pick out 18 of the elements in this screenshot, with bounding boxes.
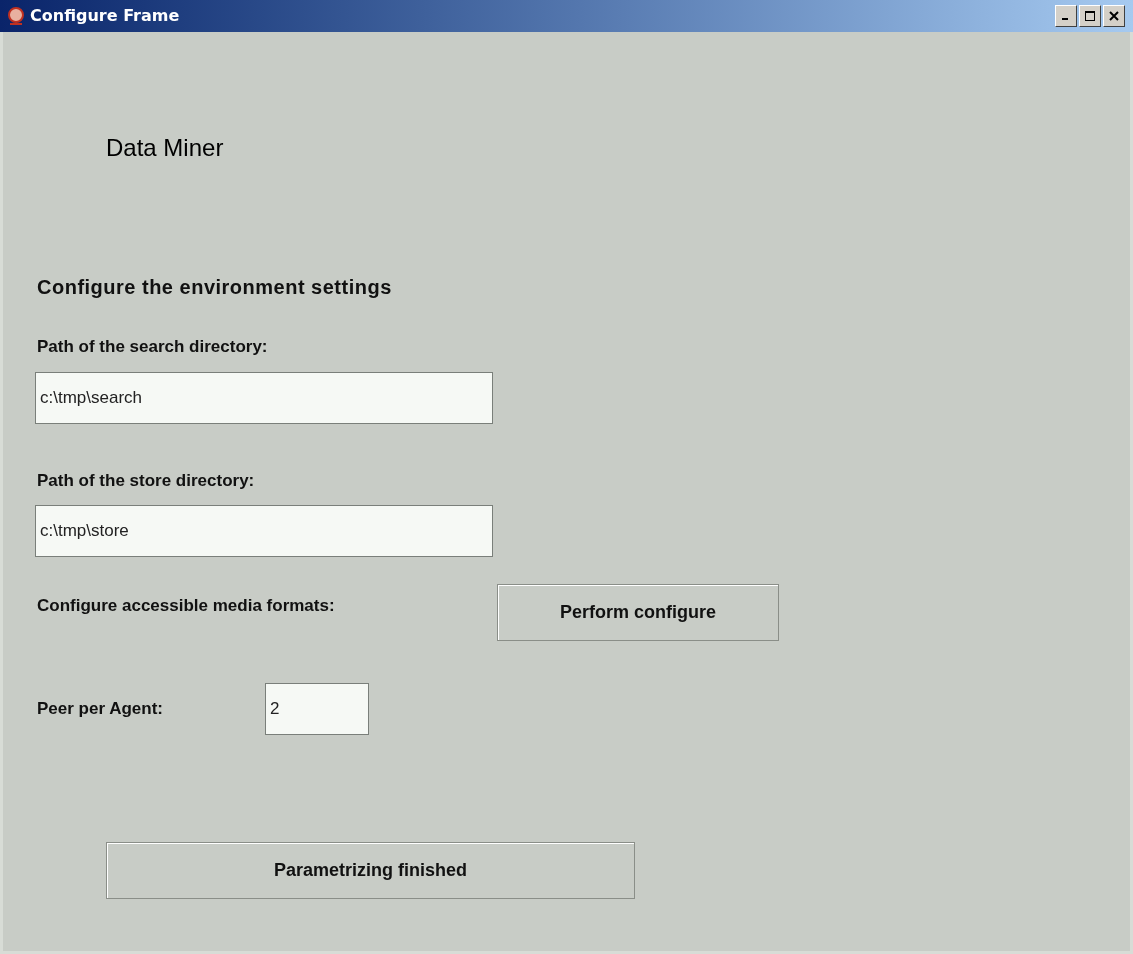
app-title: Data Miner (106, 133, 225, 163)
field-label: Path of the search directory: (37, 336, 269, 358)
close-button[interactable] (1103, 5, 1125, 27)
app-icon (6, 6, 26, 26)
section-heading: Configure the environment settings (37, 275, 393, 300)
close-icon (1109, 11, 1119, 21)
minimize-button[interactable] (1055, 5, 1077, 27)
field-label: Path of the store directory: (37, 469, 256, 492)
maximize-icon (1085, 11, 1095, 21)
push-button[interactable]: Perform configure (497, 584, 779, 641)
window-title: Configure Frame (30, 5, 180, 27)
text-field[interactable]: c:\tmp\store (35, 505, 493, 557)
text-field[interactable]: 2 (265, 683, 369, 735)
push-button[interactable]: Parametrizing finished (106, 842, 635, 899)
maximize-button[interactable] (1079, 5, 1101, 27)
field-label: Configure accessible media formats: (37, 594, 336, 617)
text-field[interactable]: c:\tmp\search (35, 371, 493, 424)
field-label: Peer per Agent: (37, 698, 164, 721)
